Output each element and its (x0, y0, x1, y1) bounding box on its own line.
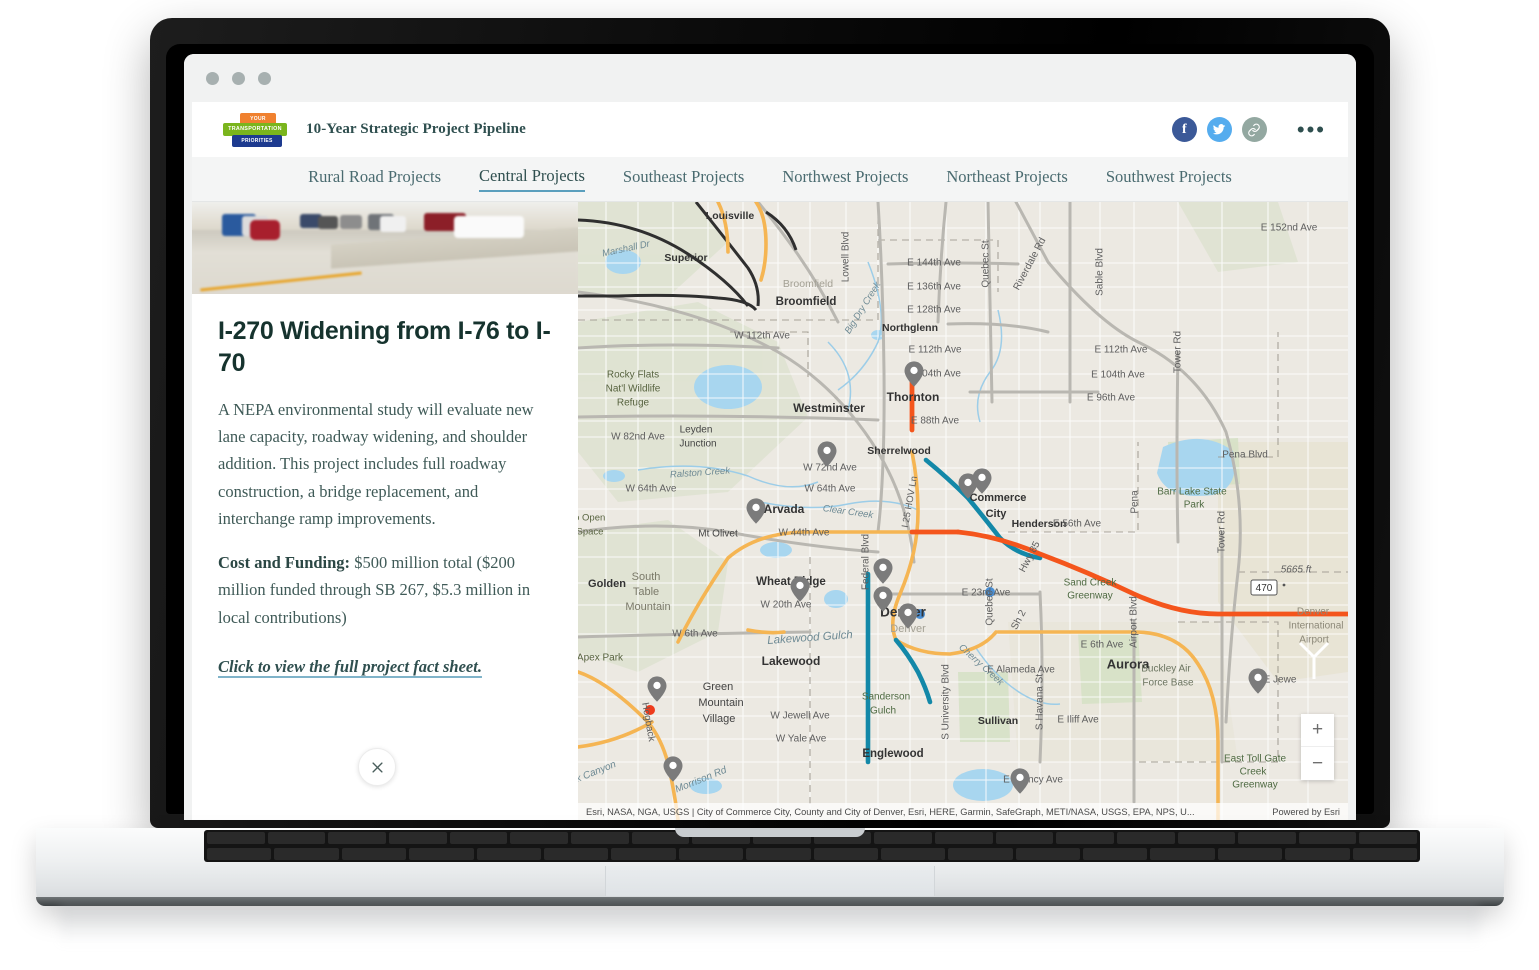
map-project-pin[interactable] (790, 576, 810, 602)
zoom-in-button[interactable]: + (1301, 714, 1334, 747)
laptop-mockup: YOUR TRANSPORTATION PRIORITIES 10-Year S… (0, 0, 1539, 970)
highway-traffic-photo (192, 202, 578, 294)
more-options-icon[interactable]: ••• (1297, 118, 1326, 140)
trackpad (605, 866, 935, 896)
tab-northwest-projects[interactable]: Northwest Projects (782, 167, 908, 191)
primary-navigation: Rural Road Projects Central Projects Sou… (192, 157, 1348, 202)
map-attribution-bar: Esri, NASA, NGA, USGS | City of Commerce… (578, 803, 1348, 820)
map-project-pin[interactable] (873, 558, 893, 584)
map-project-pin[interactable] (746, 498, 766, 524)
close-panel-button[interactable] (358, 748, 396, 786)
fact-sheet-link[interactable]: Click to view the full project fact shee… (218, 657, 482, 676)
browser-window: YOUR TRANSPORTATION PRIORITIES 10-Year S… (184, 54, 1356, 820)
project-title: I-270 Widening from I-76 to I-70 (218, 317, 551, 377)
tab-southeast-projects[interactable]: Southeast Projects (623, 167, 744, 191)
window-minimize-dot[interactable] (232, 71, 245, 85)
map-project-pin[interactable] (663, 756, 683, 782)
project-description: A NEPA environmental study will evaluate… (218, 400, 534, 528)
map-project-pin[interactable] (1010, 768, 1030, 794)
link-icon[interactable] (1241, 117, 1267, 142)
map-project-pin[interactable] (972, 468, 992, 494)
window-maximize-dot[interactable] (258, 71, 271, 85)
project-detail-panel: I-270 Widening from I-76 to I-70 A NEPA … (192, 202, 578, 820)
laptop-base (36, 828, 1504, 906)
zoom-out-button[interactable]: − (1301, 747, 1334, 780)
map-project-pin[interactable] (904, 361, 924, 387)
header-actions: f ••• (1171, 117, 1326, 142)
cost-label: Cost and Funding: (218, 553, 351, 573)
base-notch (675, 828, 865, 837)
project-cost-and-funding: Cost and Funding: $500 million total ($2… (218, 549, 552, 631)
facebook-icon[interactable]: f (1171, 117, 1197, 142)
logo-band-priorities: PRIORITIES (232, 134, 282, 147)
tab-northeast-projects[interactable]: Northeast Projects (946, 167, 1067, 191)
map-project-pin[interactable] (1248, 668, 1268, 694)
map-basemap: 470 (578, 202, 1348, 820)
site-header: YOUR TRANSPORTATION PRIORITIES 10-Year S… (192, 102, 1348, 157)
window-close-dot[interactable] (206, 71, 219, 85)
logo-band-transportation: TRANSPORTATION (223, 122, 287, 136)
twitter-icon[interactable] (1206, 117, 1232, 142)
map-project-pin[interactable] (817, 441, 837, 467)
surface-reflection (60, 906, 1480, 946)
map-project-pin[interactable] (647, 676, 667, 702)
svg-text:470: 470 (1256, 583, 1273, 594)
tab-rural-road-projects[interactable]: Rural Road Projects (308, 167, 441, 191)
project-panel-body: I-270 Widening from I-76 to I-70 A NEPA … (192, 294, 578, 680)
tab-central-projects[interactable]: Central Projects (479, 166, 585, 192)
browser-titlebar (184, 54, 1356, 102)
project-map[interactable]: 470 Louisville Superior Broomfield Broomfie… (578, 202, 1348, 820)
map-project-pin[interactable] (873, 586, 893, 612)
map-zoom-controls[interactable]: + − (1301, 714, 1334, 780)
map-powered-by: Powered by Esri (1272, 806, 1340, 817)
content-area: I-270 Widening from I-76 to I-70 A NEPA … (192, 202, 1348, 820)
tab-southwest-projects[interactable]: Southwest Projects (1106, 167, 1232, 191)
site-logo[interactable]: YOUR TRANSPORTATION PRIORITIES (214, 110, 292, 150)
web-page: YOUR TRANSPORTATION PRIORITIES 10-Year S… (192, 102, 1348, 820)
map-project-pin[interactable] (898, 603, 918, 629)
page-title: 10-Year Strategic Project Pipeline (306, 121, 526, 137)
map-attribution-text: Esri, NASA, NGA, USGS | City of Commerce… (586, 806, 1195, 817)
